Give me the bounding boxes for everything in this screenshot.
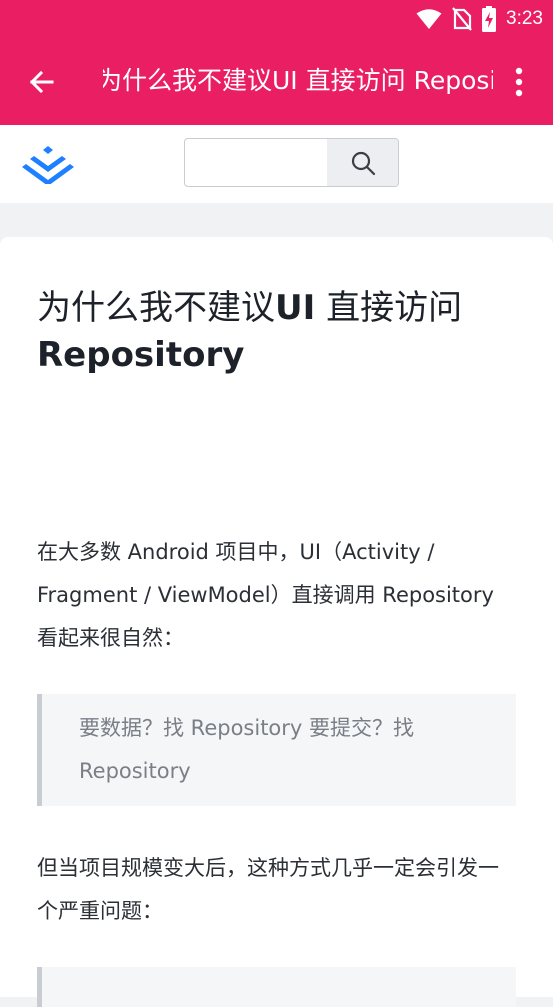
site-logo[interactable]	[22, 144, 74, 186]
wifi-icon	[416, 9, 442, 29]
article-blockquote-2	[37, 967, 516, 1007]
no-sim-icon	[452, 7, 472, 31]
app-bar-edge	[525, 38, 553, 125]
back-button[interactable]	[24, 64, 60, 100]
blockquote-text: 要数据？找 Repository 要提交？找 Repository	[79, 716, 415, 783]
search-input[interactable]	[185, 139, 325, 186]
status-bar: 3:23	[0, 0, 553, 38]
article-title: 为什么我不建议UI 直接访问 Repository	[37, 285, 517, 379]
article-intro-paragraph: 在大多数 Android 项目中，UI（Activity / Fragment …	[37, 540, 494, 650]
more-vert-icon	[515, 67, 523, 97]
article-blockquote: 要数据？找 Repository 要提交？找 Repository	[37, 694, 516, 806]
arrow-back-icon	[29, 70, 54, 94]
more-options-button[interactable]	[505, 62, 525, 102]
search-button[interactable]	[327, 139, 398, 186]
app-bar: 为什么我不建议UI 直接访问 Repository	[0, 38, 525, 125]
status-icons: 3:23	[416, 6, 543, 32]
app-bar-title: 为什么我不建议UI 直接访问 Repository	[103, 58, 493, 104]
article-paragraph-2: 但当项目规模变大后，这种方式几乎一定会引发一个严重问题：	[37, 856, 499, 923]
app-bar-title-text: 为什么我不建议UI 直接访问 Repository	[103, 66, 493, 95]
search-box	[184, 138, 399, 187]
battery-charging-icon	[482, 6, 497, 32]
site-header	[0, 125, 553, 203]
title-part-2: UI	[275, 288, 316, 328]
juejin-logo-icon	[22, 146, 74, 186]
status-time: 3:23	[506, 8, 543, 29]
title-part-3: 直接访问	[315, 288, 463, 328]
article-card: 为什么我不建议UI 直接访问 Repository 在大多数 Android 项目…	[0, 237, 553, 1007]
search-icon	[351, 151, 375, 175]
title-part-4: Repository	[37, 335, 245, 375]
title-part-1: 为什么我不建议	[37, 288, 275, 328]
